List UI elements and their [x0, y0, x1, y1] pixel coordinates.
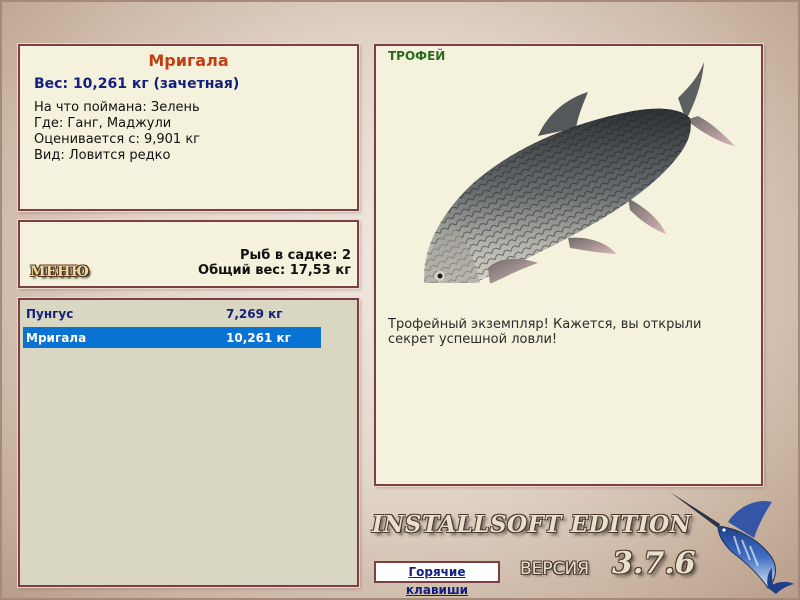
keepnet-summary: Рыб в садке: 2 Общий вес: 17,53 кг: [198, 248, 351, 278]
fish-rarity: Вид: Ловится редко: [34, 148, 171, 163]
total-weight: Общий вес: 17,53 кг: [198, 263, 351, 278]
menu-button[interactable]: МЕНЮ: [30, 264, 89, 280]
catch-list: Пунгус 7,269 кг Мригала 10,261 кг: [18, 298, 359, 587]
list-item[interactable]: Пунгус 7,269 кг: [23, 303, 321, 324]
fish-valued-from: Оценивается с: 9,901 кг: [34, 132, 201, 147]
edition-logo-text: INSTALLSOFT EDITION: [372, 511, 692, 538]
mrigal-fish-image: [423, 62, 735, 283]
fish-location: Где: Ганг, Маджули: [34, 116, 172, 131]
catch-weight: 7,269 кг: [226, 307, 283, 321]
fish-weight: Вес: 10,261 кг (зачетная): [34, 76, 240, 92]
fish-count: Рыб в садке: 2: [239, 248, 351, 263]
catch-name: Пунгус: [26, 307, 74, 321]
trophy-panel: ТРОФЕЙ Трофейный экземпляр! Кажется, вы …: [374, 44, 763, 486]
trophy-message: Трофейный экземпляр! Кажется, вы открыли…: [388, 317, 702, 347]
fish-details: На что поймана: Зелень Где: Ганг, Маджул…: [34, 100, 357, 164]
catch-weight: 10,261 кг: [226, 331, 291, 345]
marlin-logo-icon: [670, 492, 794, 594]
version-label: ВЕРСИЯ: [520, 559, 590, 579]
hotkeys-button[interactable]: Горячие клавиши: [374, 561, 500, 597]
fish-bait: На что поймана: Зелень: [34, 100, 200, 115]
fish-info-panel: Мригала Вес: 10,261 кг (зачетная) На что…: [18, 44, 359, 211]
list-item-selected[interactable]: Мригала 10,261 кг: [23, 327, 321, 348]
catch-summary-panel: МЕНЮ Рыб в садке: 2 Общий вес: 17,53 кг: [18, 220, 359, 288]
catch-name: Мригала: [26, 331, 87, 345]
fish-name: Мригала: [148, 51, 229, 70]
